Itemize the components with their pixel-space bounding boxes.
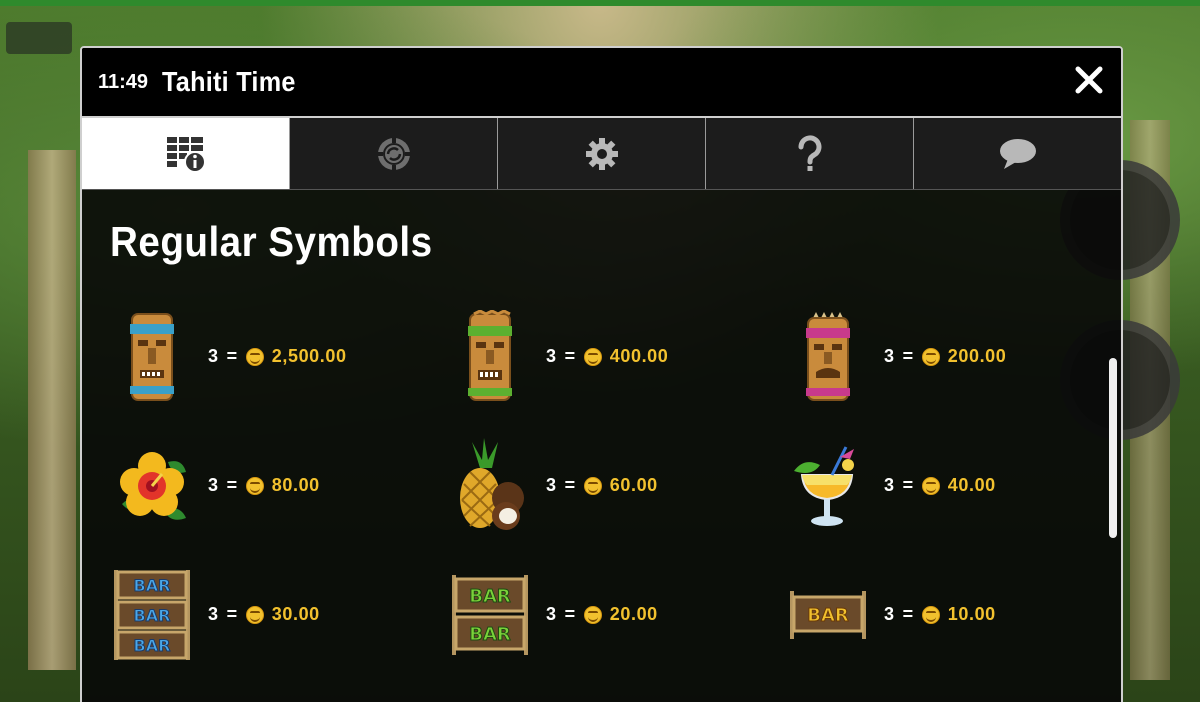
equals-sign: =: [902, 604, 914, 624]
double-bar-icon: BAR BAR: [452, 574, 528, 655]
symbol-row: 3 = 400.00: [448, 292, 786, 421]
symbol-count: 3: [546, 604, 557, 624]
cocktail-icon: [794, 445, 854, 526]
background-top-bar: [0, 0, 1200, 6]
payout-amount: 80.00: [271, 475, 320, 495]
symbol-count: 3: [884, 604, 895, 624]
svg-text:BAR: BAR: [134, 576, 171, 595]
symbol-grid: 3 = 2,500.00 3 = 400.00 3 = 200.00 3 = 8…: [110, 292, 1121, 679]
payout-amount: 60.00: [609, 475, 658, 495]
payout-amount: 10.00: [947, 604, 996, 624]
clock: 11:49: [98, 70, 149, 93]
equals-sign: =: [902, 346, 914, 366]
coin-icon: [245, 476, 264, 495]
symbol-count: 3: [208, 346, 219, 366]
tab-paytable[interactable]: [82, 118, 290, 189]
symbol-row: 3 = 200.00: [786, 292, 1121, 421]
tab-settings[interactable]: [498, 118, 706, 189]
symbol-count: 3: [208, 604, 219, 624]
equals-sign: =: [564, 346, 576, 366]
section-title: Regular Symbols: [110, 218, 433, 265]
close-button[interactable]: [1069, 60, 1109, 100]
single-bar-icon: BAR: [790, 590, 866, 639]
coin-icon: [583, 347, 602, 366]
tab-help[interactable]: [706, 118, 914, 189]
svg-text:BAR: BAR: [469, 624, 511, 645]
pink-tiki-mask-icon: [806, 311, 850, 401]
symbol-count: 3: [884, 346, 895, 366]
symbol-count: 3: [546, 475, 557, 495]
triple-bar-icon: BAR BAR BAR: [114, 569, 190, 660]
payout-amount: 30.00: [271, 604, 320, 624]
pineapple-coconut-icon: [460, 437, 524, 530]
symbol-row: BAR 3 = 10.00: [786, 550, 1121, 679]
coin-icon: [245, 347, 264, 366]
coin-icon: [921, 347, 940, 366]
chip-icon: [377, 137, 410, 170]
svg-text:BAR: BAR: [807, 605, 849, 626]
symbol-count: 3: [208, 475, 219, 495]
scrollbar-thumb[interactable]: [1109, 358, 1117, 538]
coin-icon: [921, 476, 940, 495]
equals-sign: =: [226, 346, 238, 366]
close-icon: [1075, 66, 1103, 94]
hibiscus-flower-icon: [120, 451, 186, 520]
payout-amount: 2,500.00: [271, 346, 347, 366]
payout-amount: 200.00: [947, 346, 1007, 366]
symbol-row: 3 = 40.00: [786, 421, 1121, 550]
equals-sign: =: [226, 475, 238, 495]
payout-amount: 20.00: [609, 604, 658, 624]
coin-icon: [921, 605, 940, 624]
equals-sign: =: [564, 475, 576, 495]
svg-text:BAR: BAR: [469, 586, 511, 607]
symbol-count: 3: [884, 475, 895, 495]
payout-amount: 400.00: [609, 346, 669, 366]
coin-icon: [583, 605, 602, 624]
symbol-row: 3 = 80.00: [110, 421, 448, 550]
symbol-count: 3: [546, 346, 557, 366]
coin-icon: [583, 476, 602, 495]
tab-bar: [82, 118, 1121, 190]
symbol-row: BAR BAR 3 = 20.00: [448, 550, 786, 679]
question-mark-icon: [797, 134, 821, 171]
modal-header: 11:49 Tahiti Time: [82, 48, 1121, 118]
paytable-modal: 11:49 Tahiti Time Regular Symbols 3 = 2,…: [80, 46, 1123, 702]
paytable-info-icon: [166, 136, 206, 173]
speech-bubble-icon: [999, 138, 1036, 169]
symbol-row: 3 = 2,500.00: [110, 292, 448, 421]
bamboo-pole-left: [28, 150, 76, 670]
tab-chat[interactable]: [914, 118, 1121, 189]
blue-tiki-mask-icon: [130, 312, 174, 401]
game-title: Tahiti Time: [162, 66, 296, 97]
symbol-row: 3 = 60.00: [448, 421, 786, 550]
gear-icon: [585, 137, 618, 170]
svg-text:BAR: BAR: [134, 636, 171, 655]
background-badge: [6, 22, 72, 54]
payout-amount: 40.00: [947, 475, 996, 495]
green-tiki-mask-icon: [468, 309, 512, 401]
equals-sign: =: [564, 604, 576, 624]
svg-text:BAR: BAR: [134, 606, 171, 625]
equals-sign: =: [902, 475, 914, 495]
coin-icon: [245, 605, 264, 624]
paytable-content: Regular Symbols 3 = 2,500.00 3 = 400.00 …: [82, 190, 1121, 702]
tab-autoplay[interactable]: [290, 118, 498, 189]
equals-sign: =: [226, 604, 238, 624]
symbol-row: BAR BAR BAR 3 = 30.00: [110, 550, 448, 679]
